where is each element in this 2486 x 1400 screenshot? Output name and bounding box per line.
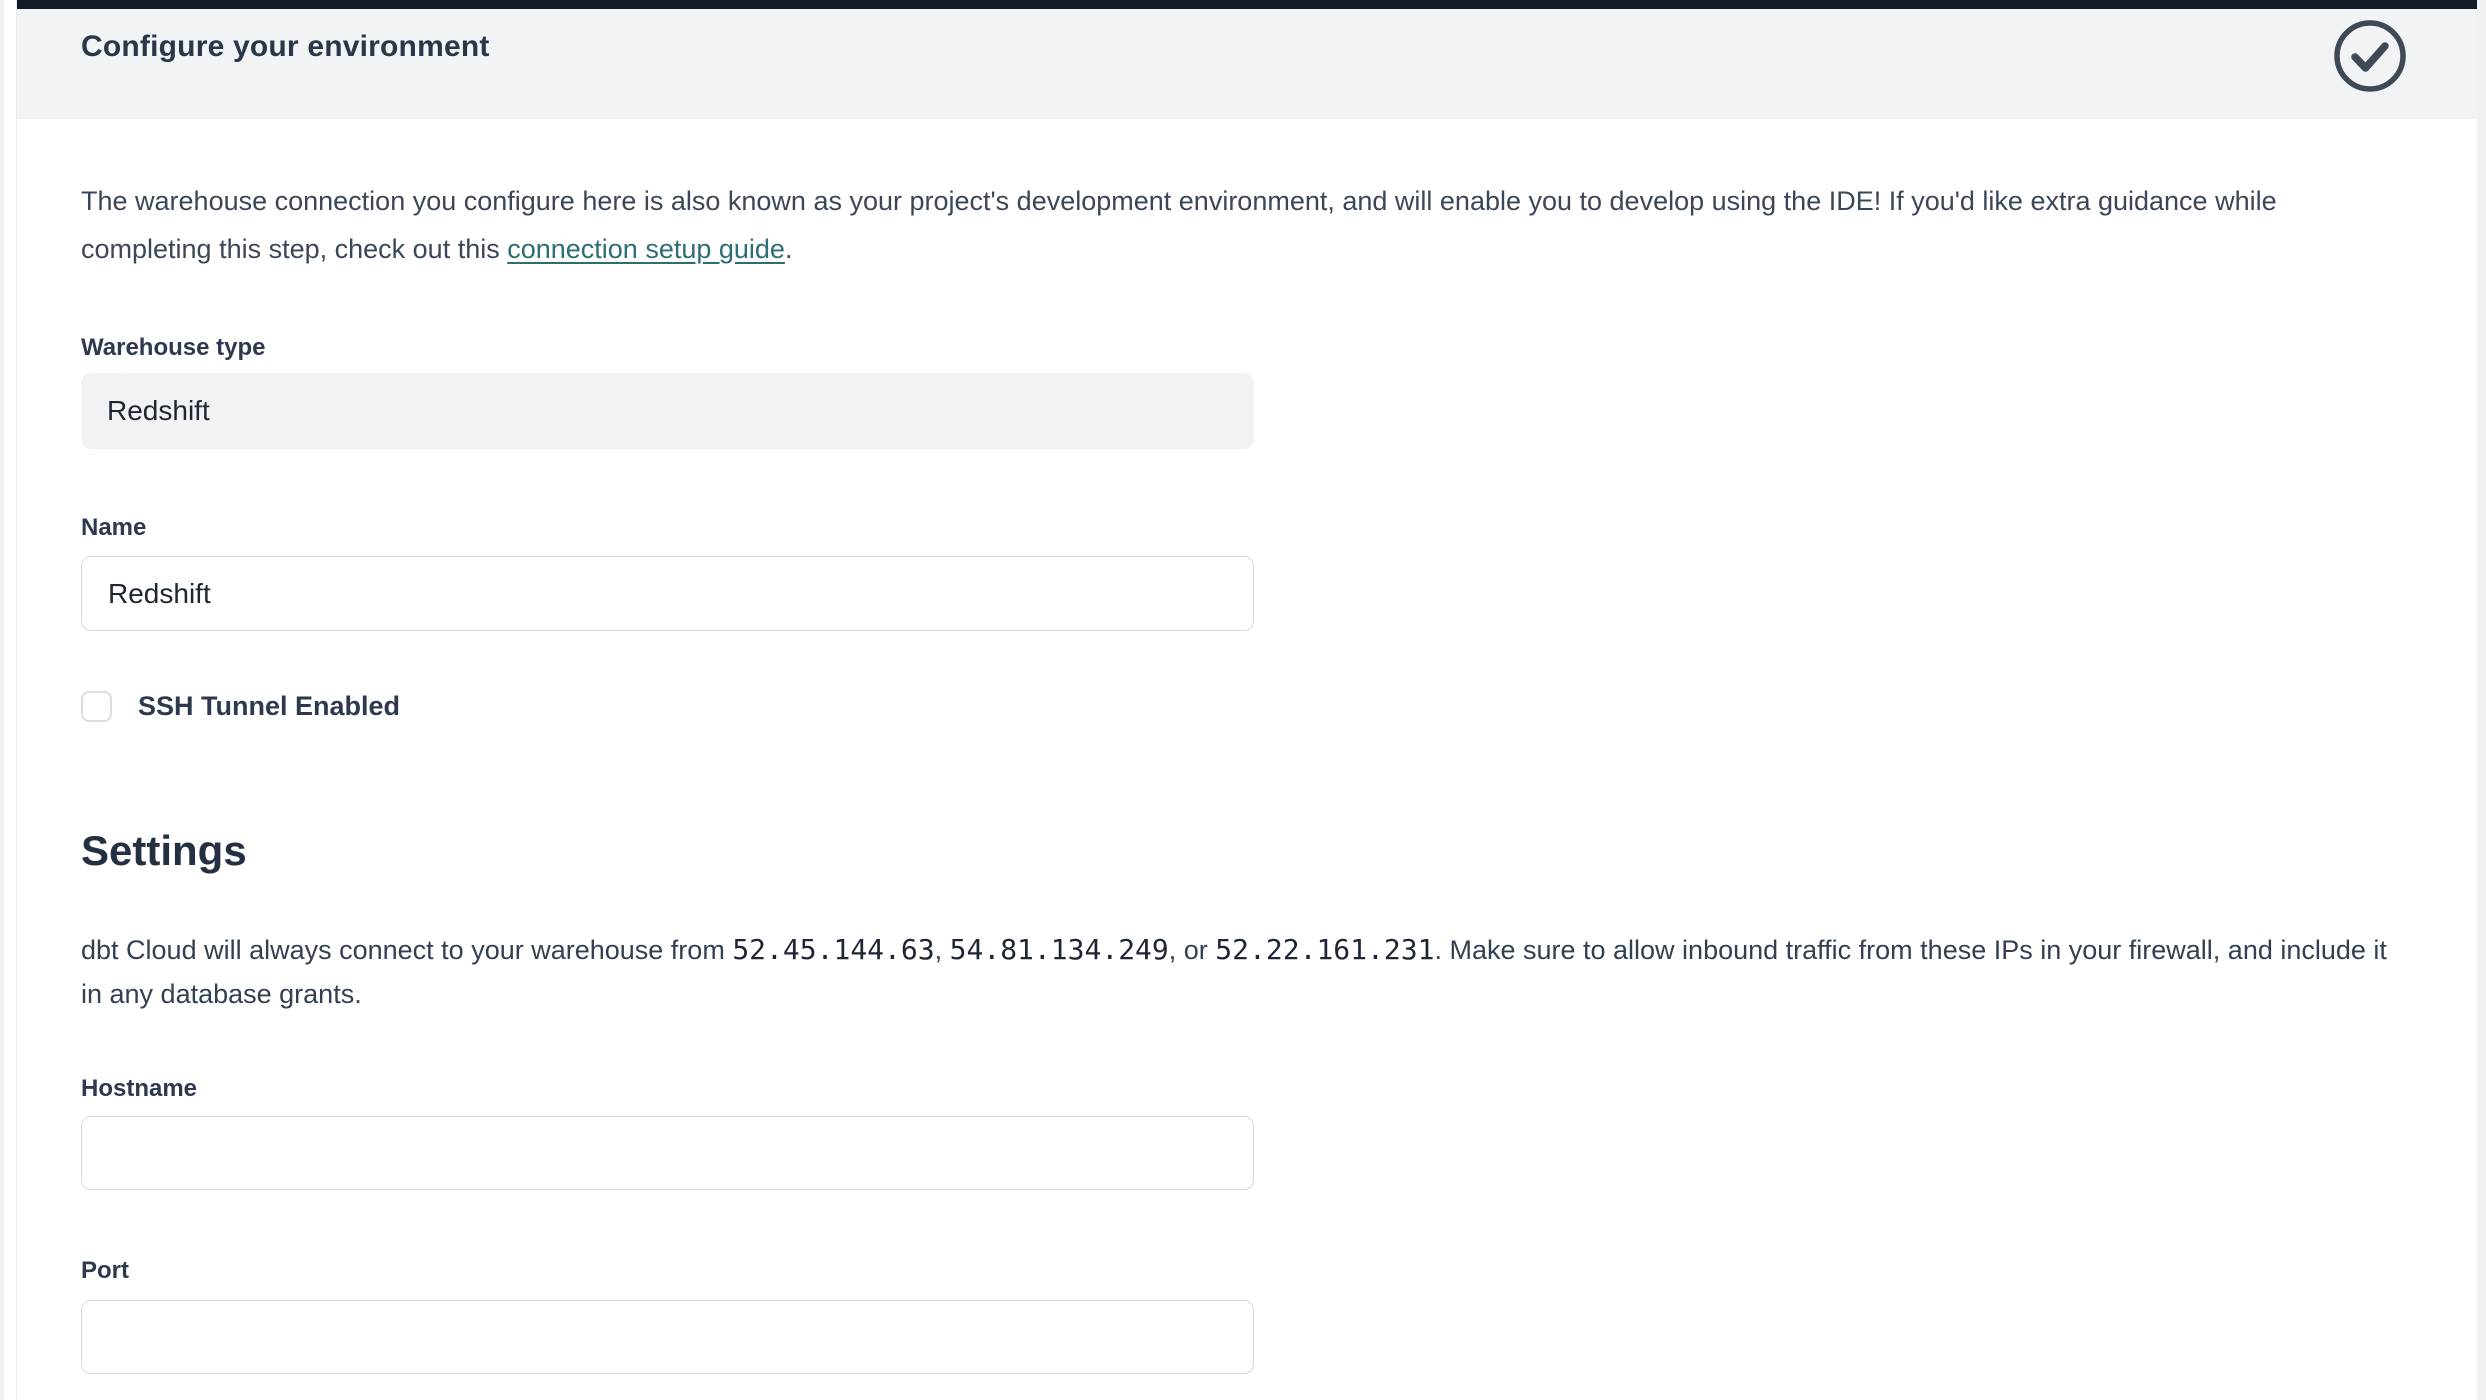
ssh-tunnel-row: SSH Tunnel Enabled bbox=[81, 691, 2413, 722]
ip-notice-before: dbt Cloud will always connect to your wa… bbox=[81, 935, 732, 965]
page-title: Configure your environment bbox=[81, 25, 490, 69]
warehouse-type-label: Warehouse type bbox=[81, 333, 2413, 363]
ip-notice: dbt Cloud will always connect to your wa… bbox=[81, 928, 2413, 1016]
name-input[interactable] bbox=[81, 556, 1254, 631]
ip-address-2: 54.81.134.249 bbox=[950, 933, 1169, 966]
intro-after-link: . bbox=[785, 234, 793, 264]
step-complete-indicator bbox=[2331, 17, 2409, 95]
settings-heading: Settings bbox=[81, 826, 2413, 876]
right-gutter bbox=[2477, 0, 2486, 1400]
hostname-input[interactable] bbox=[81, 1116, 1254, 1190]
ip-sep-1: , bbox=[935, 935, 950, 965]
ip-sep-2: , or bbox=[1169, 935, 1216, 965]
intro-text: The warehouse connection you configure h… bbox=[81, 177, 2411, 273]
port-input[interactable] bbox=[81, 1300, 1254, 1374]
port-label: Port bbox=[81, 1256, 2413, 1286]
ssh-tunnel-checkbox[interactable] bbox=[81, 691, 112, 722]
ip-address-3: 52.22.161.231 bbox=[1215, 933, 1434, 966]
ssh-tunnel-label: SSH Tunnel Enabled bbox=[138, 691, 400, 722]
warehouse-type-input: Redshift bbox=[81, 373, 1254, 449]
top-accent-bar bbox=[17, 0, 2477, 9]
header: Configure your environment bbox=[17, 9, 2477, 119]
hostname-label: Hostname bbox=[81, 1074, 2413, 1104]
ip-address-1: 52.45.144.63 bbox=[732, 933, 934, 966]
intro-before-link: The warehouse connection you configure h… bbox=[81, 186, 2277, 264]
main-panel: Configure your environment The warehouse… bbox=[16, 0, 2477, 1400]
content: The warehouse connection you configure h… bbox=[17, 177, 2477, 1374]
name-label: Name bbox=[81, 513, 2413, 543]
check-circle-icon bbox=[2331, 17, 2409, 95]
connection-setup-guide-link[interactable]: connection setup guide bbox=[507, 234, 785, 264]
page: Configure your environment The warehouse… bbox=[0, 0, 2486, 1400]
left-gutter bbox=[0, 0, 4, 1400]
